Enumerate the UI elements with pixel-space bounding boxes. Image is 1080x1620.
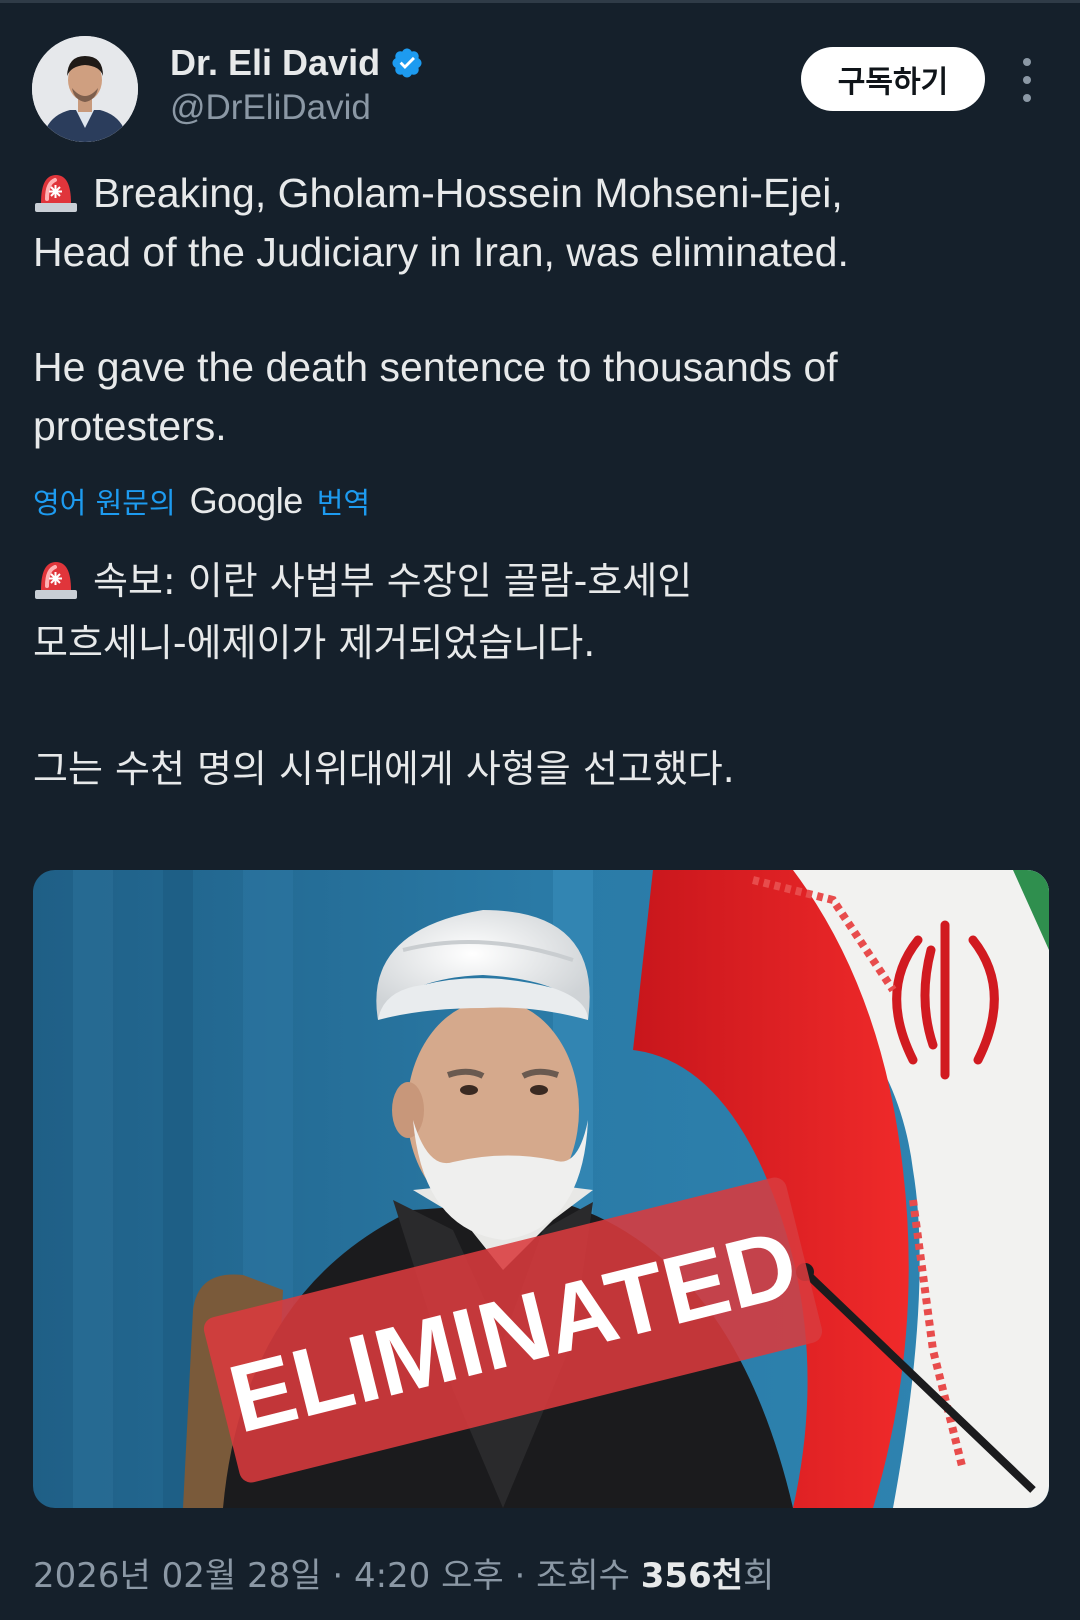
police-siren-icon bbox=[33, 556, 79, 600]
meta-separator: · bbox=[514, 1556, 526, 1596]
more-dot bbox=[1023, 58, 1031, 66]
tweet-line-3: He gave the death sentence to thousands … bbox=[33, 344, 838, 390]
google-logo: Google bbox=[189, 480, 304, 521]
tweet-media-image[interactable]: ELIMINATED bbox=[33, 870, 1049, 1508]
tweet-line-2: Head of the Judiciary in Iran, was elimi… bbox=[33, 229, 849, 275]
top-divider bbox=[0, 0, 1080, 3]
tweet-line: Breaking, Gholam-Hossein Mohseni-Ejei, bbox=[33, 164, 1043, 223]
police-siren-icon bbox=[33, 169, 79, 213]
views-prefix: 조회수 bbox=[536, 1556, 630, 1596]
subscribe-button[interactable]: 구독하기 bbox=[801, 47, 985, 111]
avatar[interactable] bbox=[32, 36, 138, 142]
tweet-original-text-para2: He gave the death sentence to thousands … bbox=[33, 338, 1043, 456]
translated-line: 속보: 이란 사법부 수장인 골람-호세인 bbox=[33, 550, 1043, 612]
translation-suffix: 번역 bbox=[316, 486, 371, 520]
translation-attribution[interactable]: 영어 원문의 Google 번역 bbox=[33, 480, 370, 522]
verified-badge-icon bbox=[390, 46, 424, 80]
author-handle[interactable]: @DrEliDavid bbox=[170, 88, 371, 128]
tweet-original-text: Breaking, Gholam-Hossein Mohseni-Ejei, H… bbox=[33, 164, 1043, 282]
more-dot bbox=[1023, 76, 1031, 84]
more-vertical-icon[interactable] bbox=[1010, 58, 1044, 102]
tweet-date[interactable]: 2026년 02월 28일 bbox=[33, 1556, 322, 1596]
more-dot bbox=[1023, 94, 1031, 102]
translated-line-1: 속보: 이란 사법부 수장인 골람-호세인 bbox=[93, 559, 693, 603]
meta-separator: · bbox=[332, 1556, 344, 1596]
tweet-line-4: protesters. bbox=[33, 403, 227, 449]
views-count[interactable]: 356천 bbox=[641, 1556, 743, 1596]
tweet-line-1: Breaking, Gholam-Hossein Mohseni-Ejei, bbox=[93, 170, 843, 216]
views-suffix: 회 bbox=[743, 1556, 775, 1596]
tweet-translated-text: 속보: 이란 사법부 수장인 골람-호세인 모흐세니-에제이가 제거되었습니다. bbox=[33, 550, 1043, 674]
author-name-row: Dr. Eli David bbox=[170, 42, 424, 84]
translation-prefix: 영어 원문의 bbox=[33, 486, 176, 520]
author-display-name[interactable]: Dr. Eli David bbox=[170, 42, 380, 84]
tweet-time[interactable]: 4:20 오후 bbox=[354, 1556, 504, 1596]
tweet-meta: 2026년 02월 28일 · 4:20 오후 · 조회수 356천회 bbox=[33, 1548, 774, 1597]
translated-line-2: 모흐세니-에제이가 제거되었습니다. bbox=[33, 621, 596, 665]
translated-line-3: 그는 수천 명의 시위대에게 사형을 선고했다. bbox=[33, 747, 735, 791]
